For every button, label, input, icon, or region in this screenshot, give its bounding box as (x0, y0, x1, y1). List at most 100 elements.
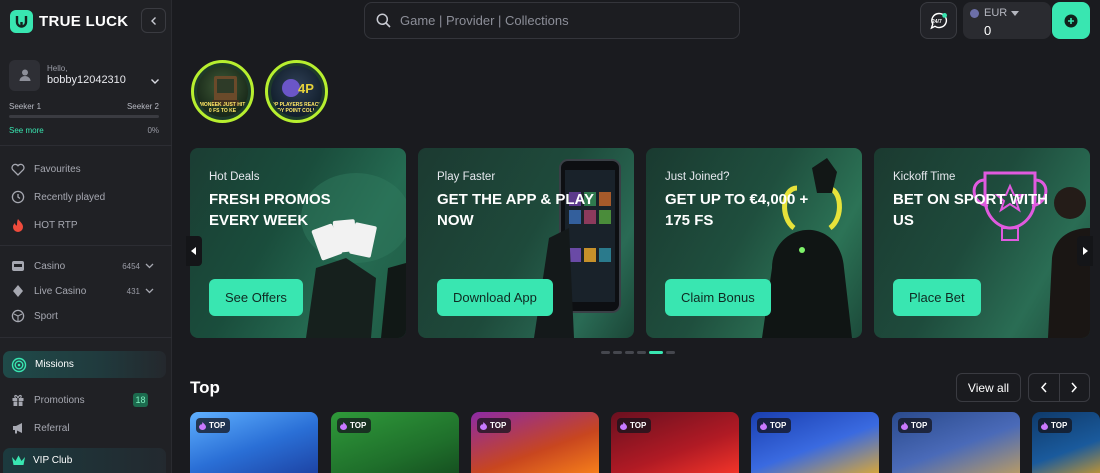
plus-circle-icon (1064, 14, 1078, 27)
sidebar-item-label: Referral (34, 422, 70, 434)
logo-icon (10, 10, 33, 33)
top-badge: TOP (617, 418, 652, 433)
story-bubble[interactable]: 4P OP PLAYERS REACH DY POINT COLL (265, 60, 328, 123)
carousel-prev-button[interactable] (186, 236, 202, 266)
user-menu[interactable]: Hello, bobby12042310 (9, 58, 164, 92)
flame-icon (901, 421, 908, 430)
carousel-dot[interactable] (601, 351, 610, 354)
carousel-dot[interactable] (649, 351, 663, 354)
carousel-next-button[interactable] (1077, 236, 1093, 266)
support-chat-button[interactable]: 24/7 (920, 2, 957, 39)
see-offers-button[interactable]: See Offers (209, 279, 303, 316)
game-tile[interactable]: TOP (1032, 412, 1100, 473)
promo-subtitle: Play Faster (437, 171, 496, 183)
promo-card[interactable]: Hot Deals FRESH PROMOS EVERY WEEK See Of… (190, 148, 406, 338)
carousel-dot[interactable] (666, 351, 675, 354)
carousel-dot[interactable] (637, 351, 646, 354)
next-level: Seeker 2 (126, 102, 159, 111)
carousel-pagination (601, 351, 675, 354)
divider (0, 337, 172, 338)
deposit-button[interactable] (1052, 2, 1090, 39)
username: bobby12042310 (47, 74, 126, 86)
promo-subtitle: Hot Deals (209, 171, 260, 183)
chevron-left-icon (150, 16, 156, 25)
sidebar-item-live-casino[interactable]: Live Casino 431 (10, 281, 162, 301)
promo-title: BET ON SPORT WITH US (893, 191, 1048, 229)
top-games-nav (1028, 373, 1090, 402)
slot-machine-icon (10, 258, 26, 274)
sidebar-item-recently-played[interactable]: Recently played (10, 187, 162, 207)
crown-icon (11, 454, 26, 467)
caret-left-icon (191, 247, 196, 255)
sidebar-item-missions[interactable]: Missions (3, 351, 166, 378)
chevron-down-icon[interactable] (145, 261, 154, 272)
collapse-sidebar-button[interactable] (141, 8, 166, 33)
caret-right-icon (1083, 247, 1088, 255)
sidebar-item-favourites[interactable]: Favourites (10, 159, 162, 179)
story-bubble[interactable]: MONEEK JUST HIT 0 FS TO KE (191, 60, 254, 123)
brand-logo[interactable]: TRUE LUCK (10, 10, 128, 33)
level-progress-bar (9, 115, 159, 118)
promo-card[interactable]: Kickoff Time BET ON SPORT WITH US Place … (874, 148, 1090, 338)
level-progress-percent: 0% (147, 126, 159, 135)
sidebar-item-referral[interactable]: Referral (10, 418, 162, 438)
sidebar-item-label: Live Casino (34, 285, 87, 297)
promotions-count-badge: 18 (133, 393, 148, 407)
flame-icon (10, 217, 26, 233)
flame-icon (620, 421, 627, 430)
sidebar-item-label: Favourites (34, 163, 81, 175)
carousel-dot[interactable] (613, 351, 622, 354)
sidebar-item-label: Recently played (34, 191, 106, 203)
caret-down-icon (1011, 10, 1020, 16)
currency-label: EUR (984, 7, 1008, 19)
divider (0, 245, 172, 246)
chevron-down-icon (150, 72, 160, 90)
claim-bonus-button[interactable]: Claim Bonus (665, 279, 771, 316)
promo-title: GET UP TO €4,000 + 175 FS (665, 191, 809, 229)
sidebar: TRUE LUCK Hello, bobby12042310 Seeker 1 … (0, 0, 172, 473)
svg-text:4P: 4P (298, 81, 314, 96)
game-tile[interactable]: TOP (471, 412, 599, 473)
game-tile[interactable]: TOP (751, 412, 879, 473)
sidebar-item-label: Promotions (34, 394, 85, 406)
promo-title: FRESH PROMOS EVERY WEEK (209, 191, 331, 229)
sidebar-item-promotions[interactable]: Promotions 18 (10, 390, 162, 410)
casino-count: 6454 (122, 261, 140, 271)
sidebar-item-sport[interactable]: Sport (10, 306, 162, 326)
search-input[interactable]: Game | Provider | Collections (364, 2, 740, 39)
view-all-button[interactable]: View all (956, 373, 1021, 402)
sidebar-item-vip-club[interactable]: VIP Club (3, 448, 166, 473)
chevron-right-icon (1071, 382, 1078, 393)
support-label: 24/7 (932, 19, 942, 25)
see-more-link[interactable]: See more (9, 126, 44, 135)
chevron-left-icon (1040, 382, 1047, 393)
flame-icon (1041, 421, 1048, 430)
carousel-dot[interactable] (625, 351, 634, 354)
flame-icon (760, 421, 767, 430)
prev-button[interactable] (1029, 374, 1060, 401)
wallet-balance[interactable]: EUR 0 (963, 2, 1051, 39)
greeting: Hello, (47, 64, 68, 73)
current-level: Seeker 1 (9, 102, 42, 111)
flame-icon (480, 421, 487, 430)
sidebar-item-casino[interactable]: Casino 6454 (10, 256, 162, 276)
download-app-button[interactable]: Download App (437, 279, 553, 316)
cards-icon (10, 283, 26, 299)
game-tile[interactable]: TOP (190, 412, 318, 473)
game-tile[interactable]: TOP (611, 412, 739, 473)
gift-icon (10, 392, 26, 408)
promo-card[interactable]: Just Joined? GET UP TO €4,000 + 175 FS C… (646, 148, 862, 338)
top-badge: TOP (1038, 418, 1073, 433)
heart-icon (10, 161, 26, 177)
sidebar-item-label: Missions (35, 359, 74, 370)
place-bet-button[interactable]: Place Bet (893, 279, 981, 316)
promo-subtitle: Just Joined? (665, 171, 730, 183)
sidebar-item-hot-rtp[interactable]: HOT RTP (10, 215, 162, 235)
story-caption: DY POINT COLL (277, 108, 316, 114)
chevron-down-icon[interactable] (145, 286, 154, 297)
next-button[interactable] (1060, 374, 1090, 401)
game-tile[interactable]: TOP (331, 412, 459, 473)
game-tile[interactable]: TOP (892, 412, 1020, 473)
promo-card[interactable]: Play Faster GET THE APP & PLAY NOW Downl… (418, 148, 634, 338)
avatar (9, 59, 40, 91)
